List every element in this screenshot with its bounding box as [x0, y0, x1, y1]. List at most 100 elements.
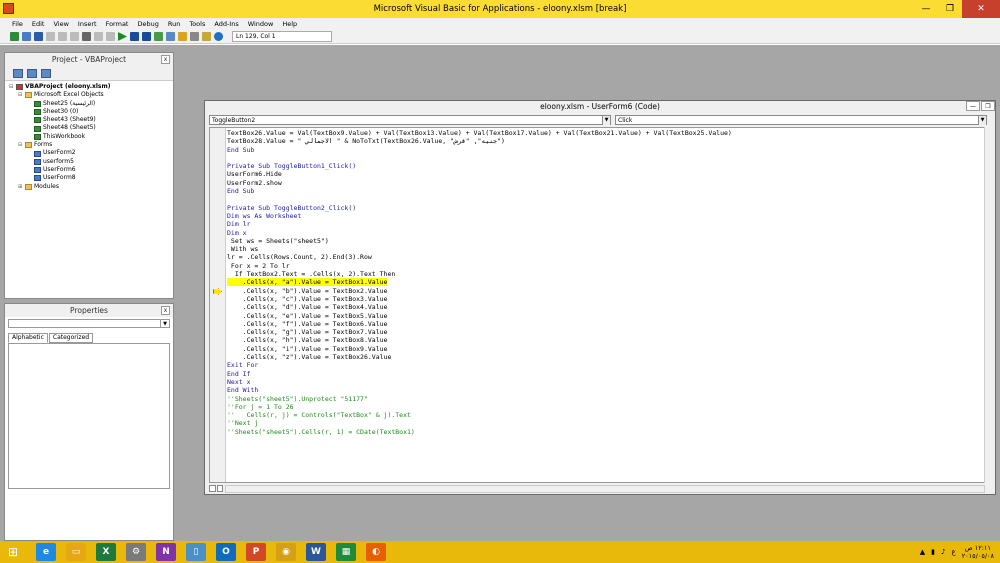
powerpoint-icon[interactable]: P	[246, 543, 266, 561]
code-line[interactable]: If TextBox2.Text = .Cells(x, 2).Text The…	[227, 270, 732, 278]
tree-item[interactable]: UserForm8	[9, 174, 169, 182]
language-indicator[interactable]: ع	[952, 548, 956, 556]
redo-icon[interactable]	[106, 32, 115, 41]
code-line[interactable]: For x = 2 To lr	[227, 262, 732, 270]
ie-icon[interactable]: e	[36, 543, 56, 561]
procedure-view-icon[interactable]	[209, 485, 216, 492]
expand-icon[interactable]: ⊟	[9, 83, 16, 91]
code-line[interactable]: UserForm6.Hide	[227, 170, 732, 178]
tree-item[interactable]: UserForm6	[9, 166, 169, 174]
code-line[interactable]: Dim lr	[227, 220, 732, 228]
vertical-scrollbar[interactable]	[984, 127, 995, 483]
onenote-icon[interactable]: N	[156, 543, 176, 561]
view-code-icon[interactable]	[13, 68, 23, 78]
undo-icon[interactable]	[94, 32, 103, 41]
tree-item[interactable]: Sheet48 (Sheet5)	[9, 124, 169, 132]
tree-item[interactable]: Sheet30 (0)	[9, 108, 169, 116]
expand-icon[interactable]: ⊞	[18, 183, 25, 191]
tree-item[interactable]: ⊟ VBAProject (eloony.xlsm)	[9, 83, 169, 91]
vba-icon[interactable]: ⚙	[126, 543, 146, 561]
tree-item[interactable]: ThisWorkbook	[9, 133, 169, 141]
network-icon[interactable]: ▮	[931, 548, 935, 556]
code-line[interactable]: End Sub	[227, 187, 732, 195]
excel-icon[interactable]: X	[96, 543, 116, 561]
menu-debug[interactable]: Debug	[137, 20, 158, 28]
tab-categorized[interactable]: Categorized	[48, 333, 94, 343]
tree-item[interactable]: ⊟ Forms	[9, 141, 169, 149]
procedure-combo[interactable]: Click ▼	[615, 114, 987, 125]
menu-format[interactable]: Format	[106, 20, 129, 28]
explorer-icon[interactable]: ▭	[66, 543, 86, 561]
menu-tools[interactable]: Tools	[189, 20, 205, 28]
code-line[interactable]: .Cells(x, "c").Value = TextBox3.Value	[227, 295, 732, 303]
code-editor[interactable]: TextBox26.Value = Val(TextBox9.Value) + …	[209, 127, 985, 483]
clock[interactable]: ١٢:١١ ص ٢٠١٥/٠٥/٠٨	[962, 544, 994, 560]
full-module-view-icon[interactable]	[216, 485, 223, 492]
store-icon[interactable]: ▦	[336, 543, 356, 561]
code-line[interactable]: Private Sub ToggleButton1_Click()	[227, 162, 732, 170]
chrome-icon[interactable]: ◉	[276, 543, 296, 561]
code-line[interactable]: ''For j = 1 To 26	[227, 403, 732, 411]
code-line[interactable]: .Cells(x, "i").Value = TextBox9.Value	[227, 345, 732, 353]
object-browser-icon[interactable]	[190, 32, 199, 41]
code-line[interactable]: .Cells(x, "z").Value = TextBox26.Value	[227, 353, 732, 361]
tray-arrow-icon[interactable]: ▲	[920, 548, 925, 556]
code-line[interactable]	[227, 154, 732, 162]
word-icon[interactable]: W	[306, 543, 326, 561]
properties-object-select[interactable]: ▼	[8, 319, 170, 328]
project-explorer-icon[interactable]	[166, 32, 175, 41]
windows-start-icon[interactable]: ⊞	[0, 541, 26, 563]
code-line[interactable]: .Cells(x, "b").Value = TextBox2.Value	[227, 287, 732, 295]
firefox-icon[interactable]: ◐	[366, 543, 386, 561]
menu-window[interactable]: Window	[248, 20, 274, 28]
code-line[interactable]: Set ws = Sheets("sheet5")	[227, 237, 732, 245]
run-icon[interactable]	[118, 32, 127, 41]
expand-icon[interactable]: ⊟	[18, 141, 25, 149]
close-button[interactable]: ✕	[962, 0, 1000, 18]
cut-icon[interactable]	[46, 32, 55, 41]
breakpoint-margin[interactable]	[210, 128, 226, 482]
code-line[interactable]: Dim ws As Worksheet	[227, 212, 732, 220]
toolbox-icon[interactable]	[202, 32, 211, 41]
save-icon[interactable]	[34, 32, 43, 41]
code-line[interactable]: Private Sub ToggleButton2_Click()	[227, 204, 732, 212]
volume-icon[interactable]: ♪	[941, 548, 945, 556]
code-line[interactable]: TextBox26.Value = Val(TextBox9.Value) + …	[227, 129, 732, 137]
minimize-button[interactable]: —	[914, 0, 938, 18]
code-line[interactable]: .Cells(x, "d").Value = TextBox4.Value	[227, 303, 732, 311]
tree-item[interactable]: ⊞ Modules	[9, 183, 169, 191]
find-icon[interactable]	[82, 32, 91, 41]
code-line[interactable]: ''Sheets("sheet5").Unprotect "51177"	[227, 395, 732, 403]
code-line[interactable]	[227, 195, 732, 203]
code-line[interactable]: ''Next j	[227, 419, 732, 427]
code-line[interactable]: .Cells(x, "f").Value = TextBox6.Value	[227, 320, 732, 328]
tree-item[interactable]: userform5	[9, 158, 169, 166]
paste-icon[interactable]	[70, 32, 79, 41]
break-icon[interactable]	[130, 32, 139, 41]
file-icon[interactable]: ▯	[186, 543, 206, 561]
tree-item[interactable]: Sheet43 (Sheet9)	[9, 116, 169, 124]
outlook-icon[interactable]: O	[216, 543, 236, 561]
code-line[interactable]: .Cells(x, "g").Value = TextBox7.Value	[227, 328, 732, 336]
code-line[interactable]: Exit For	[227, 361, 732, 369]
code-line[interactable]: End Sub	[227, 146, 732, 154]
code-restore-button[interactable]: ❐	[981, 101, 995, 111]
tree-item[interactable]: ⊟ Microsoft Excel Objects	[9, 91, 169, 99]
code-line[interactable]: UserForm2.show	[227, 179, 732, 187]
expand-icon[interactable]: ⊟	[18, 91, 25, 99]
code-line[interactable]: End With	[227, 386, 732, 394]
menu-run[interactable]: Run	[168, 20, 180, 28]
menu-edit[interactable]: Edit	[32, 20, 45, 28]
menu-view[interactable]: View	[53, 20, 68, 28]
code-line[interactable]: Dim x	[227, 229, 732, 237]
design-mode-icon[interactable]	[154, 32, 163, 41]
maximize-button[interactable]: ❐	[938, 0, 962, 18]
code-line[interactable]: .Cells(x, "e").Value = TextBox5.Value	[227, 312, 732, 320]
code-line[interactable]: End If	[227, 370, 732, 378]
menu-help[interactable]: Help	[282, 20, 297, 28]
code-line[interactable]: ''Sheets("sheet5").Cells(r, 1) = CDate(T…	[227, 428, 732, 436]
menu-file[interactable]: File	[12, 20, 23, 28]
object-combo[interactable]: ToggleButton2 ▼	[209, 114, 611, 125]
tree-item[interactable]: UserForm2	[9, 149, 169, 157]
code-line[interactable]: Next x	[227, 378, 732, 386]
